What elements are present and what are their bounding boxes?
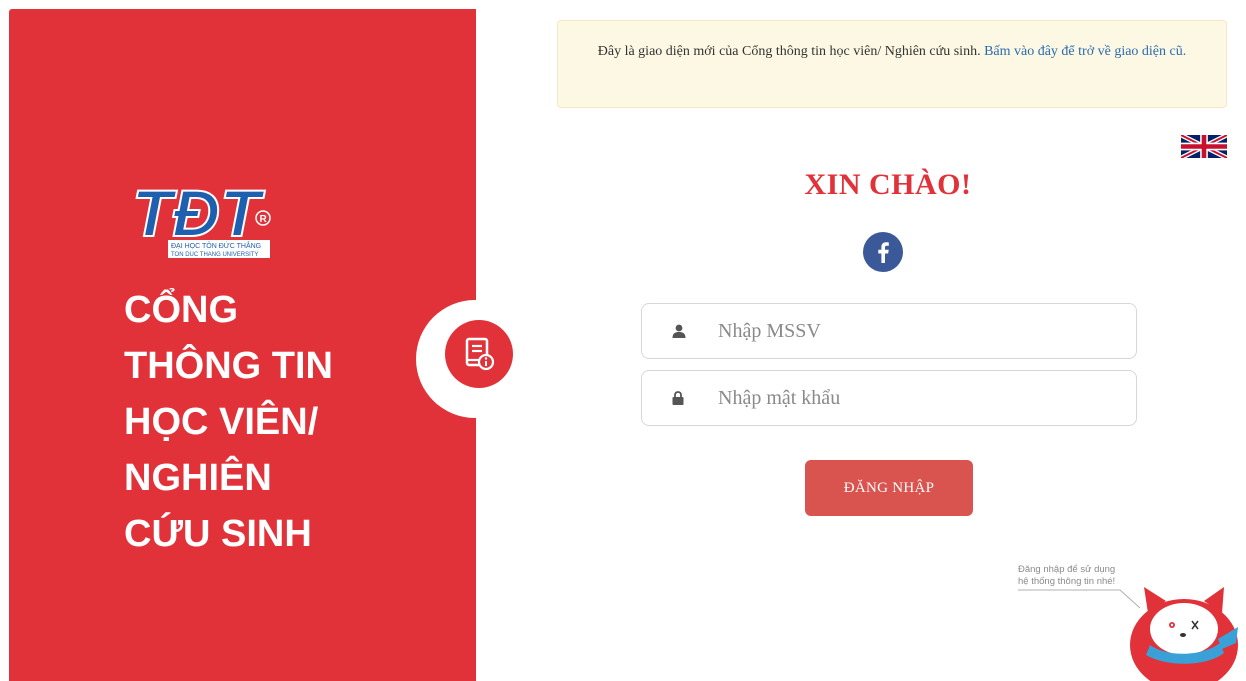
logo-line-2: TON DUC THANG UNIVERSITY <box>171 252 258 258</box>
greeting-heading: XIN CHÀO! <box>804 168 972 201</box>
new-interface-notice: Đây là giao diện mới của Cổng thông tin … <box>557 20 1227 108</box>
user-icon <box>672 324 704 338</box>
portal-title-line: NGHIÊN <box>124 457 272 499</box>
portal-title-line: HỌC VIÊN/ <box>124 401 319 443</box>
badge-circle <box>445 320 513 388</box>
svg-text:R: R <box>260 214 268 225</box>
mascot-caption-line: hệ thống thông tin nhé! <box>1018 576 1116 587</box>
uk-flag-icon[interactable] <box>1181 135 1227 158</box>
password-field[interactable] <box>641 370 1137 426</box>
portal-title-line: CỨU SINH <box>124 513 312 555</box>
mascot-caption: Đăng nhập để sử dụng hệ thống thông tin … <box>1018 564 1138 588</box>
book-info-icon <box>465 337 495 371</box>
portal-title-line: CỔNG <box>124 289 238 331</box>
notice-text: Đây là giao diện mới của Cổng thông tin … <box>597 44 981 59</box>
login-button[interactable]: ĐĂNG NHẬP <box>805 460 973 516</box>
tdt-logo: TĐT R ĐẠI HỌC TÔN ĐỨC THẮNG TON DUC THAN… <box>131 175 271 258</box>
facebook-icon <box>878 242 889 263</box>
facebook-login-button[interactable] <box>863 232 903 272</box>
logo-line-1: ĐẠI HỌC TÔN ĐỨC THẮNG <box>171 241 261 250</box>
mssv-field[interactable] <box>641 303 1137 359</box>
mascot-image <box>1130 587 1238 681</box>
portal-title: CỔNG THÔNG TIN HỌC VIÊN/ NGHIÊN CỨU SINH <box>124 282 424 562</box>
lock-icon <box>672 391 704 405</box>
old-interface-link[interactable]: Bấm vào đây để trở về giao diện cũ. <box>984 44 1186 59</box>
logo-letters: TĐT <box>132 176 265 250</box>
portal-title-line: THÔNG TIN <box>124 345 333 387</box>
speech-pointer <box>1018 589 1141 609</box>
mssv-input[interactable] <box>704 304 1136 358</box>
password-input[interactable] <box>704 371 1136 425</box>
mascot-caption-line: Đăng nhập để sử dụng <box>1018 564 1116 575</box>
